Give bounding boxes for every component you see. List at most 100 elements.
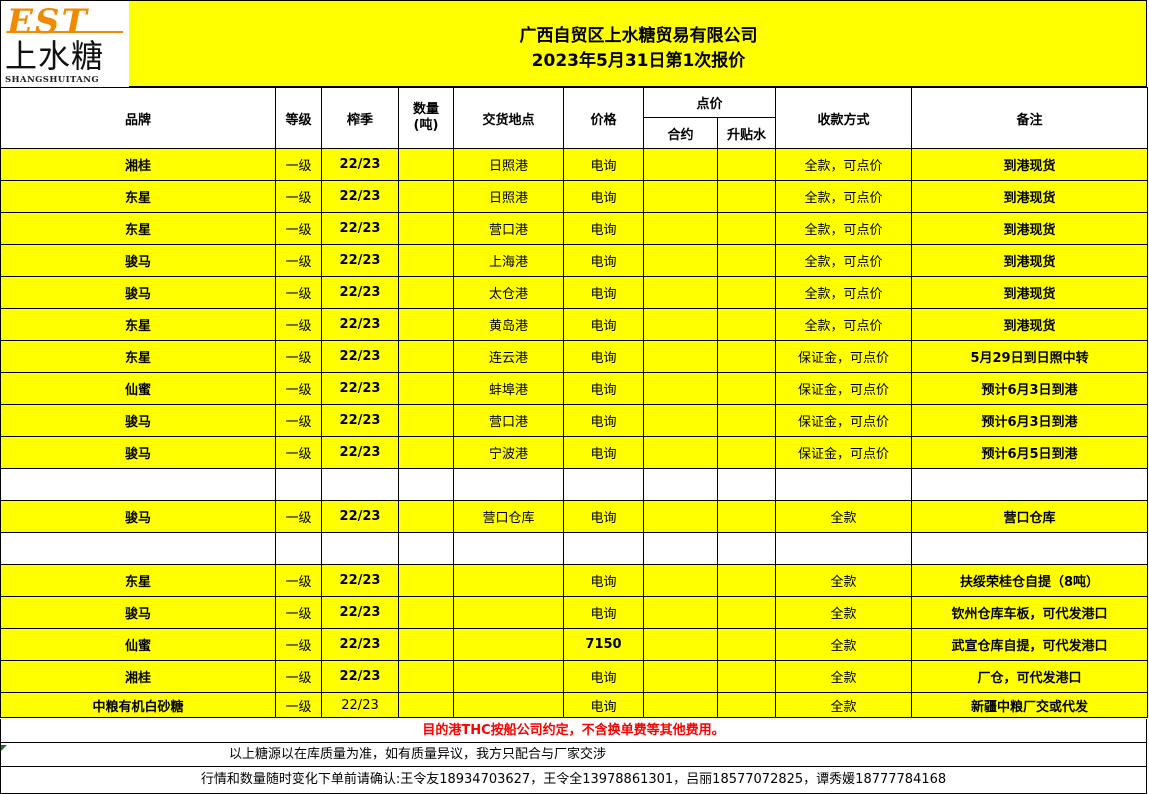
- cell-location: [453, 596, 564, 629]
- cell-brand: 骏马: [0, 276, 276, 309]
- table-row: 湘桂 一级 22/23 日照港 电询 全款，可点价 到港现货: [0, 148, 1149, 181]
- cell-premium: [716, 404, 777, 437]
- cell-grade: 一级: [275, 148, 322, 181]
- cell-grade: 一级: [275, 276, 322, 309]
- table-row: 仙蜜 一级 22/23 蚌埠港 电询 保证金，可点价 预计6月3日到港: [0, 372, 1149, 405]
- cell-payment: 全款: [775, 564, 913, 597]
- empty-cell: [453, 468, 564, 501]
- price-table: 品牌 等级 榨季 数量 (吨) 交货地点 价格 点价 收款方式 备注 合约 升贴…: [0, 87, 1149, 718]
- cell-location: 黄岛港: [453, 308, 564, 341]
- cell-premium: [716, 148, 777, 181]
- table-row: 湘桂 一级 22/23 电询 全款 厂仓，可代发港口: [0, 660, 1149, 693]
- header-payment: 收款方式: [775, 87, 913, 149]
- cell-brand: 东星: [0, 212, 276, 245]
- cell-premium: [716, 308, 777, 341]
- cell-premium: [716, 276, 777, 309]
- logo-underline: [7, 31, 123, 33]
- cell-payment: 全款，可点价: [775, 244, 913, 277]
- cell-brand: 骏马: [0, 596, 276, 629]
- company-logo: EST 上水糖 SHANGSHUITANG: [1, 1, 129, 87]
- cell-price: 电询: [563, 372, 644, 405]
- cell-brand: 东星: [0, 564, 276, 597]
- cell-payment: 全款，可点价: [775, 180, 913, 213]
- cell-grade: 一级: [275, 692, 322, 718]
- quote-date-title: 2023年5月31日第1次报价: [531, 51, 746, 71]
- cell-premium: [716, 180, 777, 213]
- cell-grade: 一级: [275, 308, 322, 341]
- cell-season: 22/23: [321, 212, 399, 245]
- cell-season: 22/23: [321, 148, 399, 181]
- cell-remark: 厂仓，可代发港口: [911, 660, 1149, 693]
- cell-location: 蚌埠港: [453, 372, 564, 405]
- cell-qty: [398, 660, 454, 693]
- empty-cell: [911, 468, 1149, 501]
- cell-location: 日照港: [453, 148, 564, 181]
- cell-remark: 到港现货: [911, 180, 1149, 213]
- table-row: 东星 一级 22/23 日照港 电询 全款，可点价 到港现货: [0, 180, 1149, 213]
- cell-remark: 到港现货: [911, 244, 1149, 277]
- table-row: 骏马 一级 22/23 宁波港 电询 保证金，可点价 预计6月5日到港: [0, 436, 1149, 469]
- cell-contract: [643, 212, 718, 245]
- cell-brand: 仙蜜: [0, 628, 276, 661]
- cell-price: 电询: [563, 148, 644, 181]
- cell-remark: 到港现货: [911, 148, 1149, 181]
- spacer-row: [0, 468, 1149, 501]
- cell-contract: [643, 404, 718, 437]
- cell-payment: 保证金，可点价: [775, 372, 913, 405]
- price-table-body: 湘桂 一级 22/23 日照港 电询 全款，可点价 到港现货 东星 一级 22/23 日照港 电询 全款…: [0, 148, 1149, 718]
- cell-season: 22/23: [321, 340, 399, 373]
- cell-premium: [716, 692, 777, 718]
- empty-cell: [275, 532, 322, 565]
- table-row: 东星 一级 22/23 黄岛港 电询 全款，可点价 到港现货: [0, 308, 1149, 341]
- cell-season: 22/23: [321, 180, 399, 213]
- table-row: 骏马 一级 22/23 太仓港 电询 全款，可点价 到港现货: [0, 276, 1149, 309]
- cell-contract: [643, 148, 718, 181]
- cell-payment: 全款: [775, 692, 913, 718]
- table-row: 仙蜜 一级 22/23 7150 全款 武宣仓库自提，可代发港口: [0, 628, 1149, 661]
- table-row: 骏马 一级 22/23 营口港 电询 保证金，可点价 预计6月3日到港: [0, 404, 1149, 437]
- empty-cell: [321, 532, 399, 565]
- cell-location: 营口港: [453, 212, 564, 245]
- cell-brand: 中粮有机白砂糖: [0, 692, 276, 718]
- header-grade: 等级: [275, 87, 322, 149]
- cell-payment: 全款: [775, 660, 913, 693]
- cell-season: 22/23: [321, 660, 399, 693]
- cell-brand: 湘桂: [0, 148, 276, 181]
- cell-qty: [398, 308, 454, 341]
- footer-note-thc: 目的港THC按船公司约定，不含换单费等其他费用。: [0, 719, 1147, 743]
- cell-location: 上海港: [453, 244, 564, 277]
- cell-grade: 一级: [275, 436, 322, 469]
- cell-season: 22/23: [321, 244, 399, 277]
- cell-remark: 预计6月5日到港: [911, 436, 1149, 469]
- cell-location: 营口仓库: [453, 500, 564, 533]
- empty-cell: [563, 532, 644, 565]
- cell-payment: 全款: [775, 628, 913, 661]
- cell-brand: 骏马: [0, 436, 276, 469]
- table-row: 东星 一级 22/23 连云港 电询 保证金，可点价 5月29日到日照中转: [0, 340, 1149, 373]
- empty-cell: [0, 468, 276, 501]
- cell-premium: [716, 564, 777, 597]
- cell-qty: [398, 500, 454, 533]
- logo-mark: EST: [7, 2, 89, 42]
- cell-brand: 东星: [0, 340, 276, 373]
- cell-qty: [398, 148, 454, 181]
- cell-price: 电询: [563, 180, 644, 213]
- cell-qty: [398, 180, 454, 213]
- cell-qty: [398, 340, 454, 373]
- cell-premium: [716, 628, 777, 661]
- header-contract: 合约: [643, 117, 718, 149]
- cell-contract: [643, 628, 718, 661]
- header-premium: 升贴水: [716, 117, 777, 149]
- cell-premium: [716, 500, 777, 533]
- cell-remark: 预计6月3日到港: [911, 372, 1149, 405]
- cell-grade: 一级: [275, 628, 322, 661]
- cell-location: [453, 564, 564, 597]
- cell-contract: [643, 340, 718, 373]
- cell-location: 连云港: [453, 340, 564, 373]
- cell-price: 电询: [563, 212, 644, 245]
- cell-location: 营口港: [453, 404, 564, 437]
- cell-season: 22/23: [321, 404, 399, 437]
- cell-grade: 一级: [275, 404, 322, 437]
- empty-cell: [775, 468, 913, 501]
- cell-qty: [398, 212, 454, 245]
